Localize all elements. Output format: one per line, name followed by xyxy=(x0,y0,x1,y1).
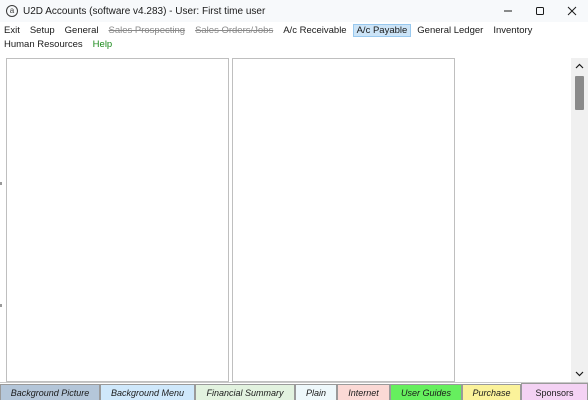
tab-internet[interactable]: Internet xyxy=(337,384,390,400)
menu-bar: Exit Setup General Sales Prospecting Sales O… xyxy=(0,22,588,54)
bottom-tab-bar: Background Picture Background Menu Financi… xyxy=(0,382,588,400)
menu-item-sales-prospecting: Sales Prospecting xyxy=(108,24,186,36)
tab-label: Purchase xyxy=(472,388,511,398)
tab-background-picture[interactable]: Background Picture xyxy=(0,384,100,400)
scrollbar-thumb[interactable] xyxy=(575,76,584,110)
tab-label: Sponsors xyxy=(535,387,574,398)
tab-label: Plain xyxy=(305,388,326,398)
tab-user-guides[interactable]: User Guides xyxy=(390,384,462,400)
title-bar[interactable]: a U2D Accounts (software v4.283) - User:… xyxy=(0,0,588,22)
menu-item-general-ledger[interactable]: General Ledger xyxy=(413,24,487,37)
tab-plain[interactable]: Plain xyxy=(295,384,337,400)
menu-row-secondary: Human Resources Help xyxy=(0,37,118,51)
menu-item-human-resources[interactable]: Human Resources xyxy=(0,38,87,51)
app-icon-glyph: a xyxy=(9,6,15,15)
menu-item-a-c-receivable[interactable]: A/c Receivable xyxy=(279,24,350,37)
close-button[interactable] xyxy=(556,0,588,22)
minimize-icon xyxy=(504,10,512,12)
maximize-icon xyxy=(536,7,544,15)
tab-purchase[interactable]: Purchase xyxy=(462,384,521,400)
tab-financial-summary[interactable]: Financial Summary xyxy=(195,384,295,400)
menu-item-a-c-payable[interactable]: A/c Payable xyxy=(352,23,412,37)
menu-item-setup[interactable]: Setup xyxy=(26,24,59,37)
chevron-down-icon xyxy=(575,371,584,377)
tab-label: Internet xyxy=(348,388,379,398)
menu-row-primary: Exit Setup General Sales Prospecting Sales O… xyxy=(0,23,538,37)
tab-sponsors[interactable]: Sponsors xyxy=(521,383,588,400)
menu-item-general[interactable]: General xyxy=(61,24,103,37)
close-icon xyxy=(567,6,577,16)
scroll-up-button[interactable] xyxy=(571,58,588,74)
vertical-scrollbar[interactable] xyxy=(571,58,588,382)
window-controls xyxy=(492,0,588,22)
scroll-down-button[interactable] xyxy=(571,366,588,382)
tab-label: Background Picture xyxy=(10,388,90,398)
menu-item-exit[interactable]: Exit xyxy=(0,24,24,37)
menu-item-help[interactable]: Help xyxy=(89,38,117,51)
window-title: U2D Accounts (software v4.283) - User: F… xyxy=(23,5,266,17)
left-panel[interactable] xyxy=(6,58,229,382)
minimize-button[interactable] xyxy=(492,0,524,22)
tab-background-menu[interactable]: Background Menu xyxy=(100,384,195,400)
menu-item-sales-orders-jobs: Sales Orders/Jobs xyxy=(195,24,274,36)
maximize-button[interactable] xyxy=(524,0,556,22)
menu-item-inventory[interactable]: Inventory xyxy=(489,24,536,37)
app-icon[interactable]: a xyxy=(6,5,18,17)
edge-marker xyxy=(0,182,2,185)
right-panel[interactable] xyxy=(232,58,455,382)
tab-label: User Guides xyxy=(400,388,452,398)
chevron-up-icon xyxy=(575,63,584,69)
edge-marker xyxy=(0,304,2,307)
main-content xyxy=(0,54,588,382)
tab-label: Financial Summary xyxy=(206,388,284,398)
tab-label: Background Menu xyxy=(110,388,185,398)
